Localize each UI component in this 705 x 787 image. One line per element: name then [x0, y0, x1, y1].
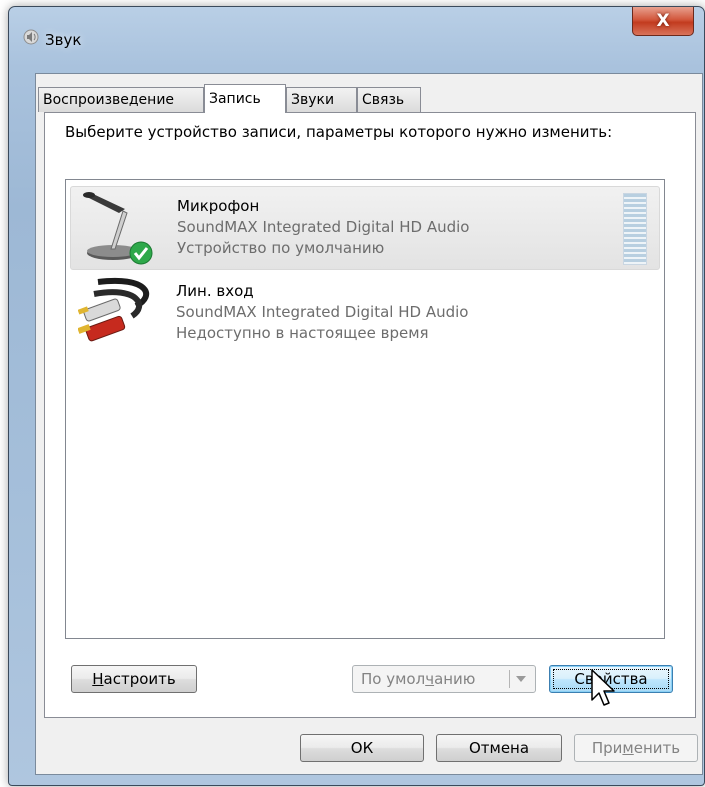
- tab-label: Воспроизведение: [43, 92, 175, 108]
- device-name: Микрофон: [177, 197, 260, 215]
- rca-cable-icon: [78, 277, 150, 342]
- device-description: SoundMAX Integrated Digital HD Audio: [177, 218, 470, 236]
- chevron-down-icon[interactable]: [516, 676, 526, 682]
- split-separator: [509, 670, 510, 688]
- device-name: Лин. вход: [176, 282, 254, 300]
- button-label-pre: При: [591, 739, 623, 757]
- mouse-cursor-icon: [591, 669, 615, 706]
- set-default-button[interactable]: По умолчанию: [352, 665, 536, 693]
- microphone-icon: [83, 192, 153, 265]
- device-status: Недоступно в настоящее время: [176, 324, 429, 342]
- list-item-line-in[interactable]: Лин. вход SoundMAX Integrated Digital HD…: [70, 272, 660, 356]
- button-label-post: астроить: [103, 670, 176, 688]
- button-label-pre: По умол: [361, 670, 426, 688]
- list-item-microphone[interactable]: Микрофон SoundMAX Integrated Digital HD …: [70, 186, 660, 270]
- tab-sounds[interactable]: Звуки: [286, 87, 357, 112]
- button-label-post: анию: [434, 670, 476, 688]
- apply-button[interactable]: Применить: [574, 734, 698, 762]
- tab-recording[interactable]: Запись: [204, 84, 286, 113]
- close-button[interactable]: X: [632, 7, 694, 36]
- button-label: ОК: [350, 739, 374, 757]
- device-status: Устройство по умолчанию: [177, 239, 385, 257]
- ok-button[interactable]: ОК: [300, 734, 424, 762]
- title-bar[interactable]: Звук X: [9, 7, 704, 63]
- tab-communications[interactable]: Связь: [357, 87, 421, 112]
- tab-label: Связь: [362, 92, 405, 108]
- tab-label: Запись: [209, 91, 261, 107]
- tab-label: Звуки: [291, 92, 335, 108]
- button-label-mnemonic: м: [622, 739, 634, 757]
- cancel-button[interactable]: Отмена: [436, 734, 562, 762]
- window-title: Звук: [45, 31, 82, 49]
- speaker-icon: [23, 29, 39, 45]
- level-meter: [623, 193, 647, 265]
- close-icon: X: [656, 11, 670, 31]
- device-description: SoundMAX Integrated Digital HD Audio: [176, 303, 469, 321]
- instruction-text: Выберите устройство записи, параметры ко…: [65, 123, 613, 141]
- configure-button[interactable]: Настроить: [71, 665, 197, 693]
- button-label: Отмена: [468, 739, 530, 757]
- tab-playback[interactable]: Воспроизведение: [38, 87, 204, 112]
- recording-tab-panel: Выберите устройство записи, параметры ко…: [44, 112, 696, 718]
- button-label-mnemonic: ч: [425, 670, 435, 688]
- device-list[interactable]: Микрофон SoundMAX Integrated Digital HD …: [65, 179, 665, 639]
- button-label-mnemonic: Н: [92, 670, 104, 688]
- button-label-post: енить: [633, 739, 681, 757]
